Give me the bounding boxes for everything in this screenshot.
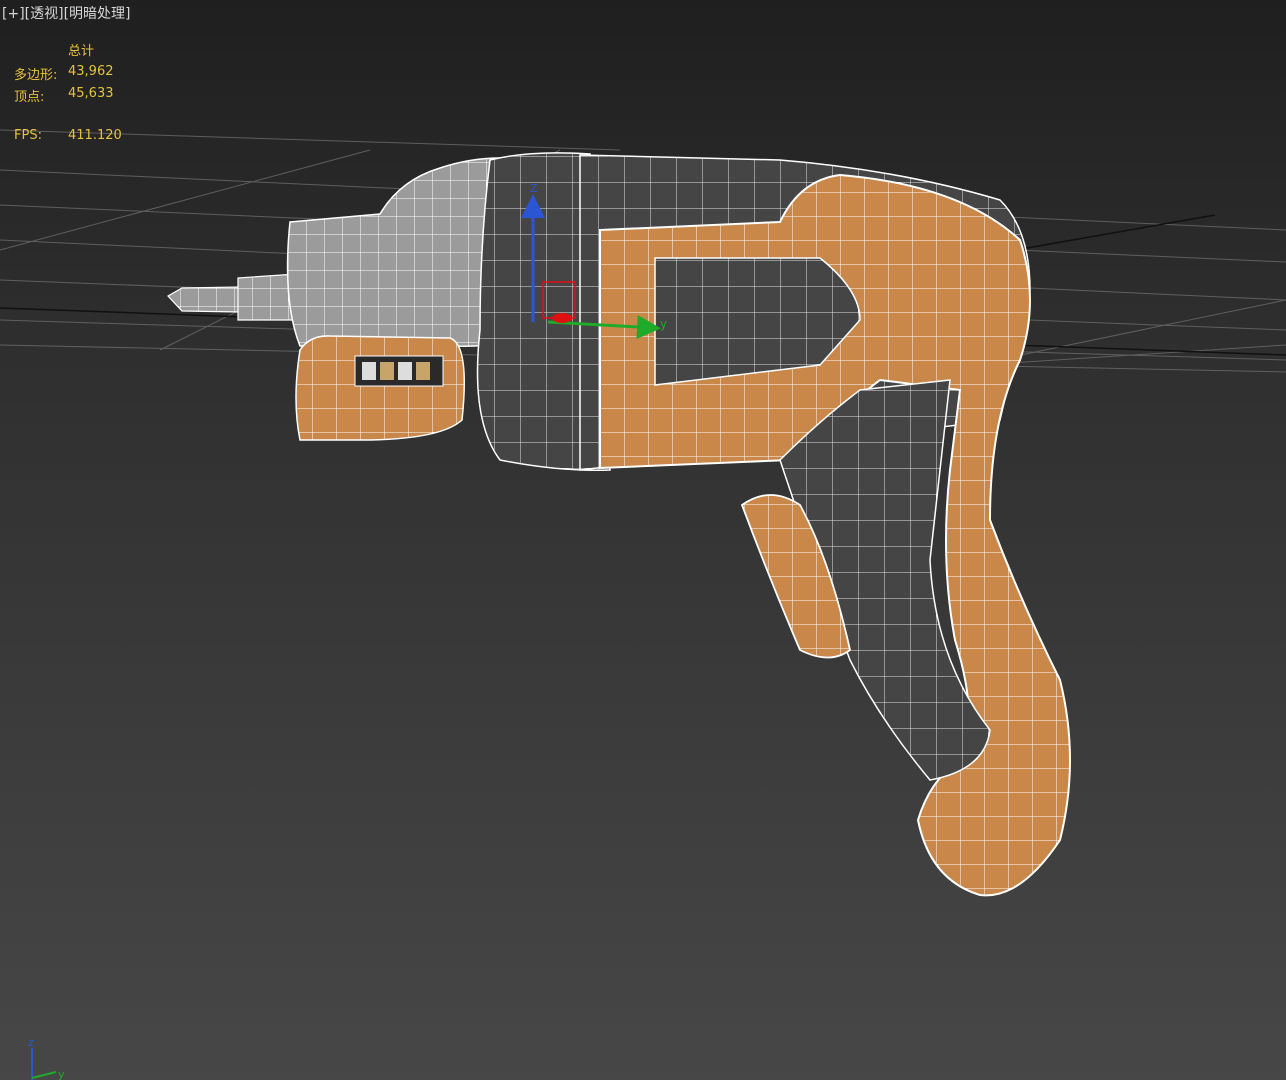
scene[interactable]: Z y z y [0, 0, 1286, 1080]
viewport-label-menu: [+][透视][明暗处理] [2, 3, 131, 23]
corner-y-label: y [58, 1068, 65, 1080]
stats-fps-label: FPS: [14, 128, 42, 143]
stats-vertices-value: 45,633 [68, 86, 114, 101]
stats-polygons-value: 43,962 [68, 64, 114, 79]
gizmo-z-label: Z [530, 182, 538, 195]
viewport-shading-button[interactable]: [明暗处理] [64, 6, 131, 22]
viewport[interactable]: Z y z y [+][透视][明暗处理] 总计 多边形: 43,962 顶点:… [0, 0, 1286, 1080]
viewport-pov-button[interactable]: [透视] [25, 6, 64, 22]
viewport-menu-button[interactable]: [+] [2, 6, 25, 22]
stats-fps-value: 411.120 [68, 128, 122, 143]
led-indicator-housing [295, 335, 466, 441]
gizmo-y-label: y [660, 317, 667, 331]
stats-header: 总计 [68, 44, 95, 59]
view-axis-tripod: z y [28, 1036, 65, 1080]
stats-polygons-label: 多边形: [14, 68, 58, 83]
corner-z-label: z [28, 1036, 34, 1049]
stats-vertices-label: 顶点: [14, 90, 45, 105]
gizmo-x-handle[interactable] [552, 313, 572, 323]
